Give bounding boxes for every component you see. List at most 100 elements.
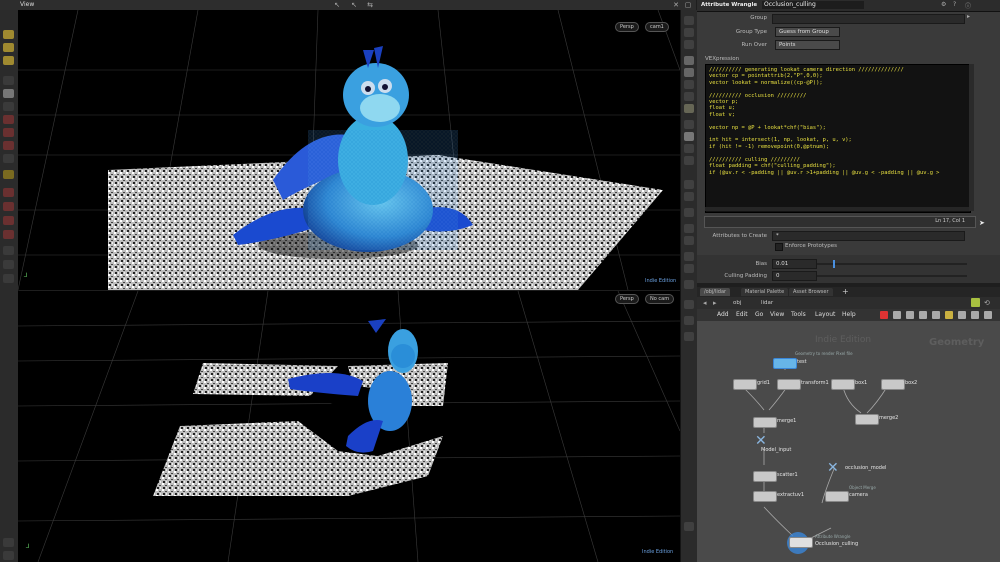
forward-arrow-icon[interactable]: ▸ (713, 299, 717, 307)
display-tool-button[interactable] (3, 274, 14, 283)
select-icon[interactable]: ↖ (333, 1, 341, 9)
gear-icon[interactable]: ⚙ (941, 1, 946, 8)
attributes-to-create-field[interactable]: * (772, 231, 965, 241)
safe-area-button[interactable] (684, 332, 694, 341)
node-scatter1[interactable] (753, 471, 777, 482)
menu-help[interactable]: Help (842, 311, 856, 318)
snapshot-button[interactable] (684, 208, 694, 217)
handle-tool-button[interactable] (3, 128, 14, 137)
background-image-button[interactable] (684, 316, 694, 325)
bias-field[interactable]: 0.01 (772, 259, 817, 269)
group-type-select[interactable]: Guess from Group (775, 27, 840, 37)
normals-display-button[interactable] (684, 132, 694, 141)
network-canvas[interactable]: Indie Edition Geometry test Geometry to … (697, 321, 1000, 562)
node-transform1[interactable] (777, 379, 801, 390)
pin-button[interactable] (684, 236, 694, 245)
bias-slider-handle[interactable] (833, 260, 835, 268)
info-icon[interactable]: ⓘ (965, 1, 971, 10)
node-grid1[interactable] (733, 379, 757, 390)
guide-display-button[interactable] (684, 156, 694, 165)
path-node-crumb[interactable]: lidar (761, 300, 773, 306)
pane-maximize-icon[interactable]: ▢ (684, 1, 692, 9)
node-occlusion-culling[interactable] (789, 537, 813, 548)
render-tool-button[interactable] (3, 260, 14, 269)
network-options-icon[interactable] (984, 311, 992, 319)
bottom-viewport[interactable]: Persp No cam Indie Edition ⅃ (18, 291, 680, 562)
handle-icon[interactable]: ⇆ (366, 1, 374, 9)
bottom-camera-select-button[interactable]: No cam (645, 294, 675, 304)
culling-padding-field[interactable]: 0 (772, 271, 817, 281)
sculpt-tool-button[interactable] (3, 56, 14, 65)
tab-material-palette[interactable]: Material Palette (741, 288, 789, 296)
select-tool-button[interactable] (3, 76, 14, 85)
magnet-tool-button[interactable] (3, 188, 14, 197)
transform-icon[interactable]: ↖ (350, 1, 358, 9)
top-camera-select-button[interactable]: cam1 (645, 22, 669, 32)
grid-snap-button[interactable] (3, 202, 14, 211)
snap-tool-button[interactable] (3, 170, 14, 179)
pin-pane-icon[interactable] (971, 298, 980, 307)
points-display-button[interactable] (684, 120, 694, 129)
grid-button[interactable] (684, 280, 694, 289)
layout-nodes-icon[interactable] (971, 311, 979, 319)
display-flag-icon[interactable] (880, 311, 888, 319)
point-snap-button[interactable] (3, 230, 14, 239)
node-test[interactable] (773, 358, 797, 369)
menu-tools[interactable]: Tools (791, 311, 806, 318)
visualize-button[interactable] (684, 252, 694, 261)
prim-snap-button[interactable] (3, 216, 14, 225)
enforce-prototypes-checkbox[interactable] (775, 243, 783, 251)
display-options-button[interactable] (684, 16, 694, 25)
menu-edit[interactable]: Edit (736, 311, 748, 318)
list-view-icon[interactable] (906, 311, 914, 319)
snap-grid-icon[interactable] (932, 311, 940, 319)
xray-button[interactable] (684, 80, 694, 89)
menu-layout[interactable]: Layout (815, 311, 835, 318)
group-field[interactable] (772, 14, 965, 24)
back-arrow-icon[interactable]: ◂ (703, 299, 707, 307)
move-tool-button[interactable] (3, 89, 14, 98)
stereo-button[interactable] (684, 300, 694, 309)
home-tool-button[interactable] (3, 538, 14, 547)
top-camera-mode-button[interactable]: Persp (615, 22, 639, 32)
layout-button[interactable] (684, 264, 694, 273)
node-merge1[interactable] (753, 417, 777, 428)
background-button[interactable] (684, 92, 694, 101)
sticky-note-icon[interactable] (945, 311, 953, 319)
bias-slider[interactable] (817, 260, 967, 268)
pane-menu-icon[interactable]: ✕ (672, 1, 680, 9)
render-region-button[interactable] (684, 192, 694, 201)
paint-tool-button[interactable] (3, 43, 14, 52)
node-model-input-null-icon[interactable]: ✕ (755, 434, 767, 448)
node-box2[interactable] (881, 379, 905, 390)
light-button[interactable] (684, 104, 694, 113)
node-occlusion-model-null-icon[interactable]: ✕ (827, 461, 839, 475)
tab-obj-lidar[interactable]: /obj/lidar (700, 288, 731, 296)
code-vertical-scrollbar[interactable] (969, 64, 974, 211)
rotate-tool-button[interactable] (3, 102, 14, 111)
uv-display-button[interactable] (684, 144, 694, 153)
link-pane-icon[interactable]: ⟲ (984, 299, 990, 307)
viewport-options-button[interactable] (684, 522, 694, 531)
link-button[interactable] (684, 224, 694, 233)
camera-tool-button[interactable] (3, 246, 14, 255)
bottom-camera-mode-button[interactable]: Persp (615, 294, 639, 304)
node-name-field[interactable]: Occlusion_culling (762, 1, 864, 9)
help-icon[interactable]: ? (953, 1, 956, 8)
lighting-button[interactable] (684, 28, 694, 37)
top-viewport[interactable]: Persp cam1 Indie Edition ⅃ (18, 10, 680, 290)
wireframe-button[interactable] (684, 56, 694, 65)
brush-tool-button[interactable] (3, 30, 14, 39)
scale-tool-button[interactable] (3, 115, 14, 124)
menu-go[interactable]: Go (755, 311, 763, 318)
path-obj-crumb[interactable]: obj (733, 300, 741, 306)
settings-tool-button[interactable] (3, 551, 14, 560)
add-tab-icon[interactable]: + (842, 287, 849, 296)
view-pane-title[interactable]: View (20, 1, 34, 8)
node-camera[interactable] (825, 491, 849, 502)
view-tool-button[interactable] (3, 154, 14, 163)
node-box1[interactable] (831, 379, 855, 390)
culling-padding-slider[interactable] (817, 275, 967, 277)
ghost-button[interactable] (684, 68, 694, 77)
grid-view-icon[interactable] (893, 311, 901, 319)
